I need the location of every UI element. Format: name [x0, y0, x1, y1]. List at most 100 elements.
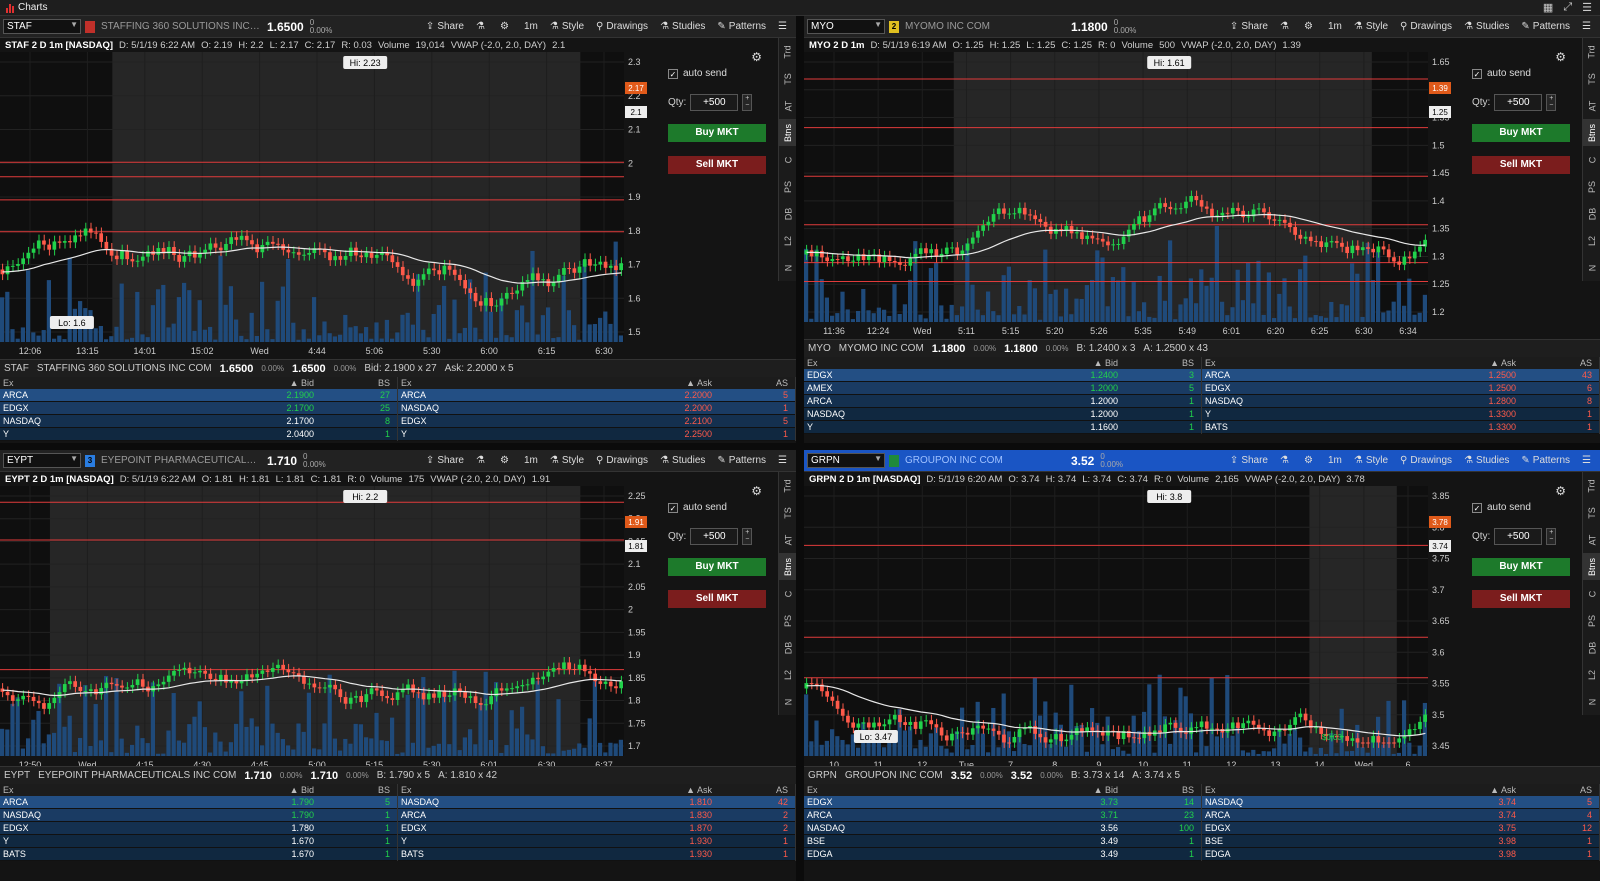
qty-stepper[interactable]: + −	[742, 528, 753, 545]
vtab-btns[interactable]: Btns	[1583, 553, 1600, 580]
chevron-down-icon[interactable]: ▼	[70, 20, 78, 29]
flask-button[interactable]: ⚗	[1280, 455, 1292, 466]
share-button[interactable]: ⇪ Share	[1230, 21, 1268, 32]
col-as[interactable]: AS	[712, 378, 792, 388]
chevron-down-icon[interactable]: ▼	[874, 20, 882, 29]
book-row[interactable]: NASDAQ 1.2000 1	[804, 408, 1201, 421]
studies-button[interactable]: ⚗ Studies	[660, 455, 705, 466]
patterns-button[interactable]: ✎ Patterns	[1521, 21, 1570, 32]
qty-stepper[interactable]: + −	[1546, 528, 1557, 545]
chevron-down-icon[interactable]: ▼	[874, 454, 882, 463]
vtab-c[interactable]: C	[1583, 580, 1600, 607]
sell-market-button[interactable]: Sell MKT	[1472, 156, 1570, 174]
menu-button[interactable]: ☰	[1582, 455, 1594, 466]
settings-button[interactable]: ⚙	[500, 455, 512, 466]
book-row[interactable]: NASDAQ 1.790 1	[0, 809, 397, 822]
book-row[interactable]: ARCA 3.71 23	[804, 809, 1201, 822]
qty-input[interactable]: +500	[1494, 94, 1543, 111]
drawings-button[interactable]: ⚲ Drawings	[1400, 455, 1452, 466]
book-row[interactable]: BATS 1.3300 1	[1202, 421, 1599, 434]
book-row[interactable]: NASDAQ 3.56 100	[804, 822, 1201, 835]
vtab-at[interactable]: AT	[1583, 526, 1600, 553]
flask-button[interactable]: ⚗	[476, 21, 488, 32]
book-row[interactable]: EDGX 2.1700 25	[0, 402, 397, 415]
drawings-button[interactable]: ⚲ Drawings	[596, 21, 648, 32]
col-ask[interactable]: ▲ Ask	[612, 378, 712, 388]
book-row[interactable]: ARCA 2.2000 5	[398, 389, 795, 402]
sell-market-button[interactable]: Sell MKT	[1472, 590, 1570, 608]
symbol-input[interactable]: MYO ▼	[807, 19, 885, 34]
vtab-n[interactable]: N	[779, 254, 796, 281]
vtab-n[interactable]: N	[779, 688, 796, 715]
book-row[interactable]: EDGX 1.870 2	[398, 822, 795, 835]
vtab-ps[interactable]: PS	[1583, 607, 1600, 634]
app-title[interactable]: Charts	[6, 2, 47, 13]
menu-button[interactable]: ☰	[1582, 21, 1594, 32]
interval-button[interactable]: 1m	[524, 21, 538, 32]
menu-button[interactable]: ☰	[778, 455, 790, 466]
book-row[interactable]: ARCA 3.74 4	[1202, 809, 1599, 822]
col-bid[interactable]: ▲ Bid	[214, 785, 314, 795]
symbol-input[interactable]: EYPT ▼	[3, 453, 81, 468]
vtab-db[interactable]: DB	[1583, 200, 1600, 227]
vtab-ts[interactable]: TS	[779, 499, 796, 526]
vtab-db[interactable]: DB	[779, 200, 796, 227]
col-ask[interactable]: ▲ Ask	[1416, 785, 1516, 795]
auto-send-checkbox[interactable]: ✓ auto send	[1472, 502, 1531, 513]
book-row[interactable]: NASDAQ 3.74 5	[1202, 796, 1599, 809]
buy-market-button[interactable]: Buy MKT	[668, 558, 766, 576]
vtab-trd[interactable]: Trd	[1583, 38, 1600, 65]
vtab-at[interactable]: AT	[779, 92, 796, 119]
auto-send-checkbox[interactable]: ✓ auto send	[668, 68, 727, 79]
grid-layout-icon[interactable]: ▦	[1543, 1, 1553, 14]
book-row[interactable]: BATS 1.930 1	[398, 848, 795, 861]
book-row[interactable]: EDGX 3.73 14	[804, 796, 1201, 809]
vtab-ts[interactable]: TS	[1583, 65, 1600, 92]
vtab-c[interactable]: C	[779, 146, 796, 173]
col-ex[interactable]: Ex	[1205, 358, 1416, 368]
col-ex[interactable]: Ex	[3, 378, 214, 388]
studies-button[interactable]: ⚗ Studies	[660, 21, 705, 32]
link-group-badge[interactable]: 3	[85, 454, 95, 467]
col-ask[interactable]: ▲ Ask	[612, 785, 712, 795]
style-button[interactable]: ⚗ Style	[550, 455, 584, 466]
vtab-c[interactable]: C	[779, 580, 796, 607]
flask-button[interactable]: ⚗	[1280, 21, 1292, 32]
price-chart[interactable]: 1.651.61.551.51.451.41.351.31.251.211:36…	[804, 52, 1468, 362]
vtab-btns[interactable]: Btns	[779, 553, 796, 580]
vtab-trd[interactable]: Trd	[1583, 472, 1600, 499]
vtab-l2[interactable]: L2	[1583, 661, 1600, 688]
buy-market-button[interactable]: Buy MKT	[668, 124, 766, 142]
gear-icon[interactable]: ⚙	[1555, 484, 1566, 498]
book-row[interactable]: BATS 1.670 1	[0, 848, 397, 861]
sell-market-button[interactable]: Sell MKT	[668, 590, 766, 608]
chevron-down-icon[interactable]: ▼	[70, 454, 78, 463]
vtab-n[interactable]: N	[1583, 254, 1600, 281]
book-row[interactable]: EDGA 3.49 1	[804, 848, 1201, 861]
studies-button[interactable]: ⚗ Studies	[1464, 455, 1509, 466]
col-bid[interactable]: ▲ Bid	[1018, 358, 1118, 368]
col-as[interactable]: AS	[1516, 358, 1596, 368]
share-button[interactable]: ⇪ Share	[426, 455, 464, 466]
book-row[interactable]: EDGA 3.98 1	[1202, 848, 1599, 861]
vtab-ps[interactable]: PS	[1583, 173, 1600, 200]
book-row[interactable]: EDGX 1.2500 6	[1202, 382, 1599, 395]
vtab-trd[interactable]: Trd	[779, 472, 796, 499]
drawings-button[interactable]: ⚲ Drawings	[596, 455, 648, 466]
col-bid[interactable]: ▲ Bid	[1018, 785, 1118, 795]
vtab-ts[interactable]: TS	[779, 65, 796, 92]
book-row[interactable]: AMEX 1.2000 5	[804, 382, 1201, 395]
book-row[interactable]: ARCA 1.2500 43	[1202, 369, 1599, 382]
col-ex[interactable]: Ex	[1205, 785, 1416, 795]
vtab-ps[interactable]: PS	[779, 173, 796, 200]
book-row[interactable]: BSE 3.98 1	[1202, 835, 1599, 848]
book-row[interactable]: NASDAQ 1.810 42	[398, 796, 795, 809]
book-row[interactable]: Y 2.0400 1	[0, 428, 397, 441]
gear-icon[interactable]: ⚙	[1555, 50, 1566, 64]
vtab-at[interactable]: AT	[1583, 92, 1600, 119]
vtab-l2[interactable]: L2	[1583, 227, 1600, 254]
sell-market-button[interactable]: Sell MKT	[668, 156, 766, 174]
col-ex[interactable]: Ex	[3, 785, 214, 795]
book-row[interactable]: ARCA 1.790 5	[0, 796, 397, 809]
col-ex[interactable]: Ex	[401, 378, 612, 388]
